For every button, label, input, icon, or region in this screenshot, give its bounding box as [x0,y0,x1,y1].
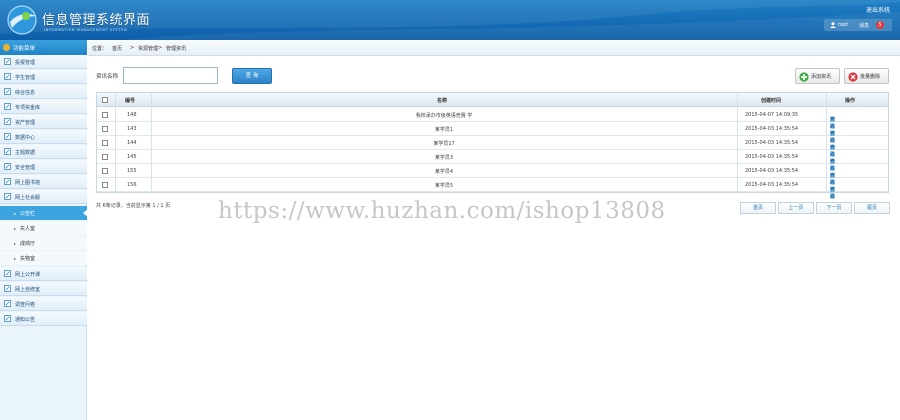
edit-icon [4,103,11,110]
edit-icon [4,73,11,80]
row-name: 某学员17 [433,141,455,147]
row-time: 2015-04-03 14:35:54 [745,140,799,146]
table-row: 155 某学员4 2015-04-03 14:35:54 查看 修改 删除 [97,164,888,186]
bullet-icon: ▸ [14,211,17,216]
row-name: 某学员3 [434,155,454,161]
sidebar-item[interactable]: 数据中心 [0,130,87,144]
bullet-icon: ▸ [14,241,17,246]
sidebar: 功能菜单 投报管理 学生管理 综合信息 专项资金库 资产管理 数据中心 主题数据 安全管理 网上… [0,40,88,420]
edit-icon [4,315,11,322]
breadcrumb-home[interactable]: 首页 [112,45,122,52]
sidebar-item[interactable]: 网上社会服 [0,190,87,204]
sidebar-header: 功能菜单 [0,40,87,55]
table-row: 156 某学员5 2015-04-03 14:35:54 查看 修改 删除 [97,178,888,200]
delete-link[interactable]: 删除 [830,186,835,200]
table-row: 144 某学员17 2015-04-03 14:35:54 查看 修改 删除 [97,136,888,158]
search-input[interactable] [123,67,218,84]
sidebar-item[interactable]: 专项资金库 [0,100,87,114]
app-title: 信息管理系统界面 [42,13,151,28]
sidebar-subitem[interactable]: ▸ 成绩厅 [0,236,87,250]
menu-icon [3,44,10,51]
active-arrow-icon [83,209,88,217]
table-row: 143 某学员1 2015-04-03 14:35:54 查看 修改 删除 [97,122,888,144]
sidebar-subitem[interactable]: ▸ 公告栏 [0,206,88,220]
exit-system-link[interactable]: 退出系统 [866,5,890,14]
first-page-button[interactable]: 首页 [740,202,776,214]
sidebar-item[interactable]: 通知公告 [0,312,87,326]
add-icon [799,72,809,82]
sidebar-subitem[interactable]: ▸ 失物室 [0,251,87,265]
table-header: 编号 名称 创建时间 操作 [97,93,888,107]
edit-icon [4,300,11,307]
sidebar-item[interactable]: 学生管理 [0,70,87,84]
row-time: 2015-04-03 14:35:54 [745,154,799,160]
batch-delete-button[interactable]: 批量删除 [844,68,889,84]
edit-icon [4,285,11,292]
breadcrumb-current: 管理资讯 [166,46,187,52]
sidebar-item[interactable]: 投报管理 [0,55,87,69]
edit-icon [4,133,11,140]
user-icon [830,22,836,28]
query-button[interactable]: 查 询 [232,68,272,84]
sidebar-item[interactable]: 网上公开课 [0,267,87,281]
bullet-icon: ▸ [14,226,17,231]
row-time: 2015-04-03 14:35:54 [745,126,799,132]
table-row: 148 我校承办市级英语竞赛 学 2015-04-07 14:09:35 查看 修改 删除 [97,108,888,130]
row-time: 2015-04-03 14:35:54 [745,182,799,188]
sidebar-item[interactable]: 网上图书馆 [0,175,87,189]
row-time: 2015-04-07 14:09:35 [745,112,799,118]
watermark-text: https://www.huzhan.com/ishop13808 [218,198,666,224]
prev-page-button[interactable]: 上一页 [778,202,814,214]
edit-icon [4,178,11,185]
app-logo-icon [7,5,37,35]
app-subtitle: INFORMATION MANAGEMENT SYSTEM [44,28,128,32]
sidebar-item[interactable]: 调查问卷 [0,297,87,311]
table-row: 145 某学员3 2015-04-03 14:35:54 查看 修改 删除 [97,150,888,172]
row-name: 我校承办市级英语竞赛 学 [415,113,473,119]
breadcrumb-label: 位置： [92,46,108,52]
edit-icon [4,88,11,95]
sidebar-item[interactable]: 综合信息 [0,85,87,99]
bullet-icon: ▸ [14,256,17,261]
last-page-button[interactable]: 尾页 [854,202,890,214]
sidebar-subitem[interactable]: ▸ 失人室 [0,221,87,235]
row-time: 2015-04-03 14:35:54 [745,168,799,174]
app-header: 信息管理系统界面 INFORMATION MANAGEMENT SYSTEM 退… [0,0,900,40]
edit-icon [4,193,11,200]
sidebar-item[interactable]: 网上自修室 [0,282,87,296]
sidebar-item[interactable]: 资产管理 [0,115,87,129]
messages-link[interactable]: 消息 [859,22,869,29]
edit-icon [4,148,11,155]
pagination-info: 共 6条记录，当前显示第 1 / 1 页 [96,203,171,209]
edit-icon [4,163,11,170]
row-name: 某学员5 [434,183,454,189]
next-page-button[interactable]: 下一页 [816,202,852,214]
add-news-button[interactable]: 添加资讯 [795,68,840,84]
edit-icon [4,270,11,277]
select-all-checkbox[interactable] [102,97,108,103]
breadcrumb: 位置： 首页 > 资源管理 > 管理资讯 [88,40,900,56]
row-name: 某学员4 [434,169,454,175]
breadcrumb-resource[interactable]: 资源管理 [138,45,158,52]
news-table: 编号 名称 创建时间 操作 148 我校承办市级英语竞赛 学 2015-04-07 … [96,92,889,200]
edit-icon [4,118,11,125]
message-count-badge[interactable]: 5 [876,21,884,29]
delete-icon [848,72,858,82]
user-info-box: root 消息 5 [824,19,892,31]
search-label: 资讯名称 [96,74,119,80]
sidebar-item[interactable]: 主题数据 [0,145,87,159]
row-name: 某学员1 [434,127,454,133]
sidebar-item[interactable]: 安全管理 [0,160,87,174]
edit-icon [4,58,11,65]
user-name[interactable]: root [838,22,848,28]
